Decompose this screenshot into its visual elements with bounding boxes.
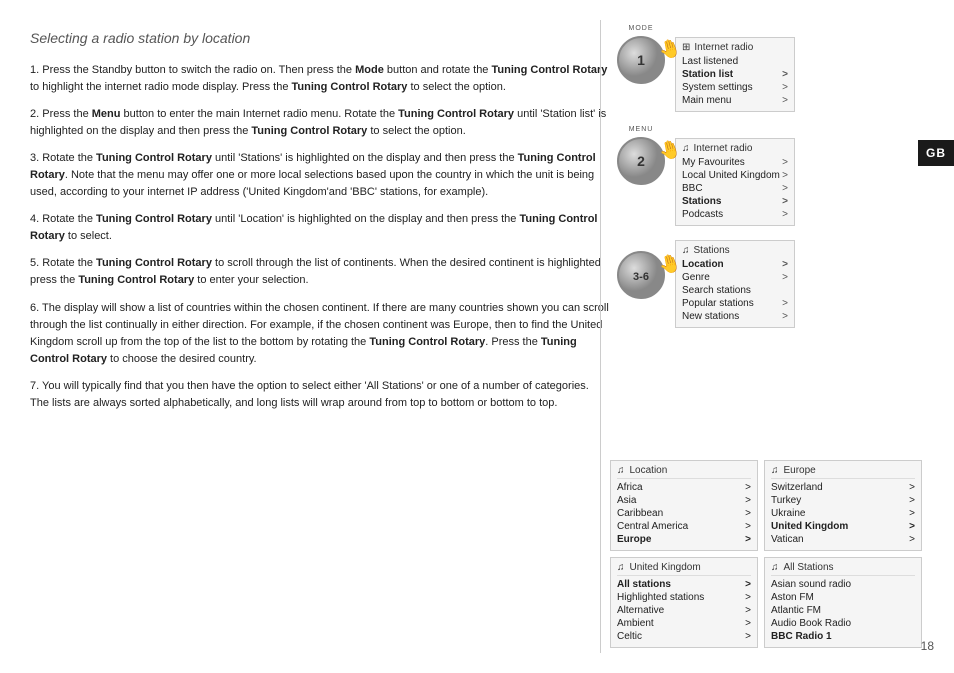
europe-vatican: Vatican>: [771, 533, 915, 546]
dial2-label: MENU: [629, 126, 654, 133]
display3-header: ♫ Stations: [682, 245, 788, 256]
step-5: 5. Rotate the Tuning Control Rotary to s…: [30, 255, 610, 289]
display2: ♫ Internet radio My Favourites> Local Un…: [675, 138, 795, 226]
display2-item2: Local United Kingdom>: [682, 169, 788, 182]
gb-tab: GB: [918, 140, 954, 166]
allst-atlantic: Atlantic FM: [771, 604, 915, 617]
display3-item4: Popular stations>: [682, 297, 788, 310]
location-panel: Location Africa> Asia> Caribbean> Centra…: [610, 460, 758, 551]
step-7: 7. You will typically find that you then…: [30, 378, 610, 412]
dial3-wrapper: 3-6 🤚: [615, 240, 667, 304]
display3-item3: Search stations: [682, 284, 788, 297]
uk-panel-header: United Kingdom: [617, 562, 751, 576]
step-4: 4. Rotate the Tuning Control Rotary unti…: [30, 211, 610, 245]
right-panel: MODE 1 🤚 ⊞ Interne: [615, 25, 795, 342]
europe-uk: United Kingdom>: [771, 520, 915, 533]
display3-item1-location: Location>: [682, 258, 788, 271]
dial1-wrapper: MODE 1 🤚: [615, 25, 667, 89]
dial2-container: 2 🤚: [615, 135, 667, 190]
step-3: 3. Rotate the Tuning Control Rotary unti…: [30, 150, 610, 201]
uk-alternative: Alternative>: [617, 604, 751, 617]
europe-music-icon: [771, 465, 781, 476]
europe-panel: Europe Switzerland> Turkey> Ukraine> Uni…: [764, 460, 922, 551]
display2-item4-stations: Stations>: [682, 195, 788, 208]
display2-item3: BBC>: [682, 182, 788, 195]
dial2-wrapper: MENU 2 🤚: [615, 126, 667, 190]
allst-bbc1: BBC Radio 1: [771, 630, 915, 643]
display1-item4: Main menu>: [682, 94, 788, 107]
display2-header: ♫ Internet radio: [682, 143, 788, 154]
step-6: 6. The display will show a list of count…: [30, 300, 610, 368]
uk-highlighted: Highlighted stations>: [617, 591, 751, 604]
europe-turkey: Turkey>: [771, 494, 915, 507]
europe-switzerland: Switzerland>: [771, 481, 915, 494]
uk-panel: United Kingdom All stations> Highlighted…: [610, 557, 758, 648]
all-stations-panel-header: All Stations: [771, 562, 915, 576]
step-2: 2. Press the Menu button to enter the ma…: [30, 106, 610, 140]
display3-item2: Genre>: [682, 271, 788, 284]
display3-item5: New stations>: [682, 310, 788, 323]
display1-item1: Last listened: [682, 55, 788, 68]
page-number: 18: [921, 639, 934, 653]
display2-item1: My Favourites>: [682, 156, 788, 169]
all-stations-panel: All Stations Asian sound radio Aston FM …: [764, 557, 922, 648]
dial2-section: MENU 2 🤚 ♫ Internet radio: [615, 126, 795, 232]
location-music-icon: [617, 465, 627, 476]
uk-all-stations: All stations>: [617, 578, 751, 591]
allst-audiobook: Audio Book Radio: [771, 617, 915, 630]
dial3-container: 3-6 🤚: [615, 249, 667, 304]
dial3-section: 3-6 🤚 ♫ Stations Location> Genre> Search…: [615, 240, 795, 334]
europe-ukraine: Ukraine>: [771, 507, 915, 520]
uk-music-icon: [617, 562, 627, 573]
svg-text:2: 2: [637, 153, 645, 169]
divider: [600, 20, 601, 653]
page-title: Selecting a radio station by location: [30, 30, 610, 46]
dial1-section: MODE 1 🤚 ⊞ Interne: [615, 25, 795, 118]
uk-ambient: Ambient>: [617, 617, 751, 630]
display1-item2-station-list: Station list>: [682, 68, 788, 81]
svg-text:1: 1: [637, 52, 645, 68]
bottom-panels: Location Africa> Asia> Caribbean> Centra…: [610, 460, 922, 648]
allst-asian: Asian sound radio: [771, 578, 915, 591]
all-stations-music-icon: [771, 562, 781, 573]
uk-celtic: Celtic>: [617, 630, 751, 643]
location-europe: Europe>: [617, 533, 751, 546]
dial3-label: [640, 240, 643, 247]
display2-item5: Podcasts>: [682, 208, 788, 221]
display1-item3: System settings>: [682, 81, 788, 94]
location-central-america: Central America>: [617, 520, 751, 533]
dial1-container: 1 🤚: [615, 34, 667, 89]
main-content: Selecting a radio station by location 1.…: [30, 30, 610, 422]
europe-panel-header: Europe: [771, 465, 915, 479]
step-1: 1. Press the Standby button to switch th…: [30, 62, 610, 96]
location-panel-header: Location: [617, 465, 751, 479]
display3: ♫ Stations Location> Genre> Search stati…: [675, 240, 795, 328]
allst-aston: Aston FM: [771, 591, 915, 604]
display1-header: ⊞ Internet radio: [682, 42, 788, 53]
location-africa: Africa>: [617, 481, 751, 494]
svg-text:3-6: 3-6: [633, 271, 649, 283]
dial1-label: MODE: [629, 25, 654, 32]
display1: ⊞ Internet radio Last listened Station l…: [675, 37, 795, 112]
location-caribbean: Caribbean>: [617, 507, 751, 520]
location-asia: Asia>: [617, 494, 751, 507]
